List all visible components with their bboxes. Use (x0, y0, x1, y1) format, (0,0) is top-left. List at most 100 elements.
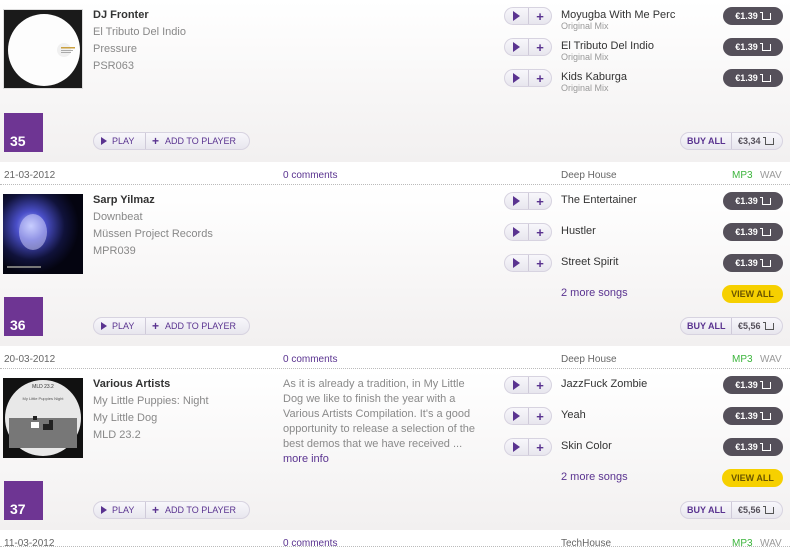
track-price-button[interactable]: €1.39 (723, 192, 783, 210)
track-controls: + (504, 254, 552, 272)
more-songs-link[interactable]: 2 more songs (561, 471, 628, 483)
genre-link[interactable]: TechHouse (561, 538, 611, 547)
add-track-button[interactable]: + (529, 40, 551, 55)
track-controls: + (504, 69, 552, 87)
track-price-button[interactable]: €1.39 (723, 254, 783, 272)
view-all-button[interactable]: VIEW ALL (722, 285, 783, 303)
format-wav[interactable]: WAV (760, 538, 782, 547)
format-mp3[interactable]: MP3 (732, 354, 753, 365)
view-all-button[interactable]: VIEW ALL (722, 469, 783, 487)
price-label: €1.39 (735, 227, 758, 237)
track-title[interactable]: Yeah (561, 409, 586, 421)
add-track-button[interactable]: + (529, 225, 551, 240)
play-button[interactable]: PLAY (94, 133, 146, 149)
track-price-button[interactable]: €1.39 (723, 223, 783, 241)
release-artist[interactable]: Various Artists (93, 378, 209, 390)
cover-text-top: MLD 23.2 (32, 384, 54, 390)
more-songs-link[interactable]: 2 more songs (561, 287, 628, 299)
buy-all-label: BUY ALL (681, 133, 732, 149)
add-track-button[interactable]: + (529, 194, 551, 209)
track-item: Moyugba With Me Perc Original Mix (561, 9, 675, 31)
track-item: Skin Color (561, 440, 612, 452)
add-to-player-button[interactable]: + ADD TO PLAYER (146, 319, 236, 333)
play-track-button[interactable] (505, 377, 529, 393)
buy-all-button[interactable]: BUY ALL €5,56 (680, 501, 783, 519)
release-label[interactable]: Müssen Project Records (93, 228, 213, 240)
track-title[interactable]: Street Spirit (561, 256, 618, 268)
release-date: 20-03-2012 (4, 354, 56, 365)
track-controls: + (504, 192, 552, 210)
track-title[interactable]: El Tributo Del Indio (561, 40, 654, 52)
release-artist[interactable]: DJ Fronter (93, 9, 186, 21)
add-track-button[interactable]: + (529, 378, 551, 393)
price-label: €1.39 (735, 380, 758, 390)
plus-icon: + (152, 319, 160, 333)
format-mp3[interactable]: MP3 (732, 538, 753, 547)
format-wav[interactable]: WAV (760, 354, 782, 365)
cart-icon (762, 505, 774, 514)
track-title[interactable]: Skin Color (561, 440, 612, 452)
release-meta-row: 20-03-2012 0 comments Deep House MP3 WAV (0, 346, 790, 369)
play-icon (513, 258, 520, 268)
cart-icon (759, 411, 771, 420)
buy-all-price: €5,56 (738, 505, 761, 515)
genre-link[interactable]: Deep House (561, 354, 617, 365)
release-label[interactable]: Pressure (93, 43, 186, 55)
add-track-button[interactable]: + (529, 9, 551, 24)
add-track-button[interactable]: + (529, 440, 551, 455)
release-title[interactable]: Downbeat (93, 211, 213, 223)
add-to-player-button[interactable]: + ADD TO PLAYER (146, 503, 236, 517)
track-title[interactable]: Kids Kaburga (561, 71, 627, 83)
track-title[interactable]: Moyugba With Me Perc (561, 9, 675, 21)
play-track-button[interactable] (505, 193, 529, 209)
comments-link[interactable]: 0 comments (283, 170, 337, 181)
play-track-button[interactable] (505, 408, 529, 424)
more-info-link[interactable]: more info (283, 452, 483, 467)
price-label: €1.39 (735, 196, 758, 206)
comments-link[interactable]: 0 comments (283, 354, 337, 365)
release-cover[interactable]: MLD 23.2 My Little Puppies Night (3, 378, 83, 458)
release-catalog: PSR063 (93, 60, 134, 72)
format-mp3[interactable]: MP3 (732, 170, 753, 181)
price-label: €1.39 (735, 73, 758, 83)
play-label: PLAY (112, 136, 135, 146)
track-title[interactable]: JazzFuck Zombie (561, 378, 647, 390)
play-track-button[interactable] (505, 70, 529, 86)
add-track-button[interactable]: + (529, 256, 551, 271)
track-price-button[interactable]: €1.39 (723, 38, 783, 56)
release-cover[interactable] (3, 9, 83, 89)
play-icon (513, 11, 520, 21)
track-price-button[interactable]: €1.39 (723, 69, 783, 87)
track-price-button[interactable]: €1.39 (723, 376, 783, 394)
buy-all-label: BUY ALL (681, 318, 732, 334)
release-artist[interactable]: Sarp Yilmaz (93, 194, 213, 206)
buy-all-button[interactable]: BUY ALL €5,56 (680, 317, 783, 335)
genre-link[interactable]: Deep House (561, 170, 617, 181)
format-wav[interactable]: WAV (760, 170, 782, 181)
track-price-button[interactable]: €1.39 (723, 407, 783, 425)
play-track-button[interactable] (505, 39, 529, 55)
play-button[interactable]: PLAY (94, 502, 146, 518)
add-track-button[interactable]: + (529, 409, 551, 424)
buy-all-button[interactable]: BUY ALL €3,34 (680, 132, 783, 150)
play-track-button[interactable] (505, 439, 529, 455)
track-title[interactable]: The Entertainer (561, 194, 637, 206)
comments-link[interactable]: 0 comments (283, 538, 337, 547)
release-meta-row: 21-03-2012 0 comments Deep House MP3 WAV (0, 162, 790, 185)
track-title[interactable]: Hustler (561, 225, 596, 237)
track-price-button[interactable]: €1.39 (723, 7, 783, 25)
play-track-button[interactable] (505, 8, 529, 24)
release-title[interactable]: My Little Puppies: Night (93, 395, 209, 407)
release-cover[interactable] (3, 194, 83, 274)
play-track-button[interactable] (505, 224, 529, 240)
release-label[interactable]: My Little Dog (93, 412, 209, 424)
add-to-player-button[interactable]: + ADD TO PLAYER (146, 134, 236, 148)
play-track-button[interactable] (505, 255, 529, 271)
release-title[interactable]: El Tributo Del Indio (93, 26, 186, 38)
buy-all-price: €5,56 (738, 321, 761, 331)
track-controls: + (504, 7, 552, 25)
add-track-button[interactable]: + (529, 71, 551, 86)
track-price-button[interactable]: €1.39 (723, 438, 783, 456)
play-button[interactable]: PLAY (94, 318, 146, 334)
release-description: As it is already a tradition, in My Litt… (283, 377, 483, 467)
